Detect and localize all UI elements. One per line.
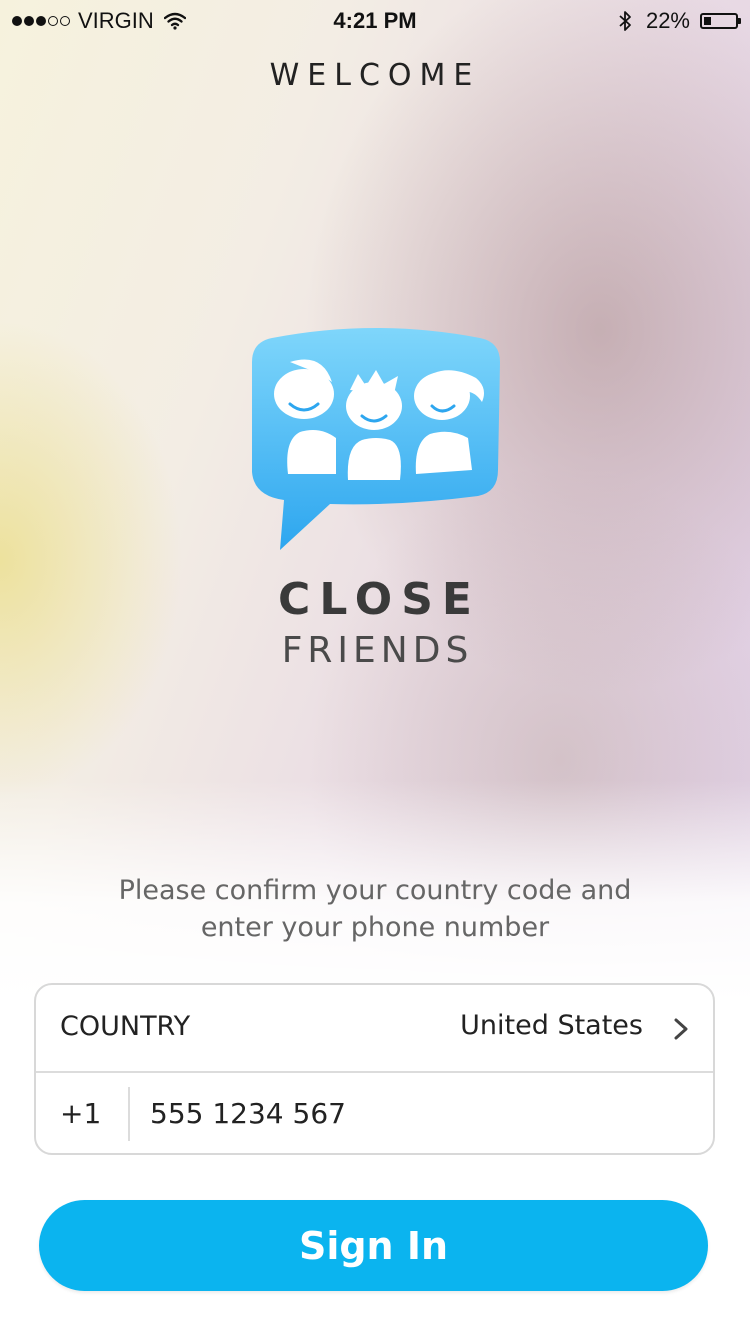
battery-icon: [700, 13, 741, 29]
phone-number-input[interactable]: [150, 1087, 690, 1139]
dial-code[interactable]: +1: [60, 1097, 101, 1130]
chat-bubble-friends-icon: [250, 322, 502, 554]
phone-row: +1: [36, 1073, 713, 1157]
country-value: United States: [460, 1010, 643, 1041]
status-bar: VIRGIN 4:21 PM 22%: [0, 0, 750, 40]
login-form: COUNTRY United States +1: [34, 983, 715, 1155]
phone-divider: [128, 1087, 130, 1141]
brand-name-line2: FRIENDS: [281, 630, 474, 671]
instruction-text: Please confirm your country code and ent…: [118, 875, 632, 943]
country-selector[interactable]: COUNTRY United States: [36, 985, 713, 1073]
chevron-right-icon: [673, 1017, 689, 1041]
battery-level: [704, 17, 711, 25]
page-title: WELCOME: [269, 58, 481, 93]
country-label: COUNTRY: [60, 1011, 191, 1042]
status-right: 22%: [618, 8, 741, 34]
brand-name-line1: CLOSE: [278, 574, 481, 625]
sign-in-button[interactable]: Sign In: [39, 1200, 708, 1291]
battery-percent: 22%: [645, 8, 690, 33]
bluetooth-icon: [618, 10, 632, 32]
